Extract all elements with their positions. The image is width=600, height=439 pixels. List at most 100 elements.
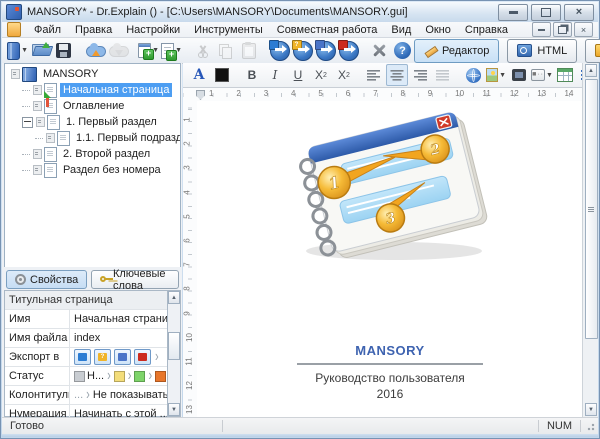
- status-none-swatch[interactable]: [74, 371, 85, 382]
- window-title: MANSORY* - Dr.Explain () - [C:\Users\MAN…: [27, 6, 495, 18]
- export-chm-toggle[interactable]: ?: [94, 349, 111, 365]
- status-bar: Готово NUM: [2, 417, 598, 434]
- mdi-restore-button[interactable]: [553, 22, 572, 37]
- align-center-button[interactable]: [386, 64, 408, 86]
- insert-control-button[interactable]: ■··▼: [531, 64, 553, 86]
- tree-item[interactable]: Начальная страница: [5, 82, 180, 98]
- property-row-status[interactable]: Статус Н... › › ›: [5, 367, 169, 386]
- project-tree[interactable]: MANSORYНачальная страницаОглавление1. Пе…: [4, 63, 181, 269]
- tree-item[interactable]: 1.1. Первый подраздел: [5, 130, 180, 146]
- menu-item-6[interactable]: Окно: [418, 23, 458, 37]
- font-button[interactable]: A: [188, 64, 210, 86]
- table-icon: [557, 68, 573, 82]
- export-pdf-toggle[interactable]: [134, 349, 151, 365]
- tab-properties[interactable]: Свойства: [6, 270, 87, 289]
- export-rtf-icon: [316, 41, 336, 61]
- close-button[interactable]: ×: [564, 4, 594, 21]
- bold-button[interactable]: B: [241, 64, 263, 86]
- color-swatch-icon: [215, 68, 229, 82]
- tree-item-label: 2. Второй раздел: [60, 147, 153, 161]
- tree-item[interactable]: Оглавление: [5, 98, 180, 114]
- help-button[interactable]: ?: [392, 40, 413, 61]
- property-row-name[interactable]: Имя Начальная страница: [5, 310, 169, 329]
- tree-item-label: Раздел без номера: [60, 163, 164, 177]
- property-row-export[interactable]: Экспорт в ? ›: [5, 348, 169, 367]
- export-rtf-toggle[interactable]: [114, 349, 131, 365]
- insert-image-button[interactable]: ▼: [485, 64, 507, 86]
- mdi-minimize-button[interactable]: [532, 22, 551, 37]
- export-rtf-button[interactable]: [315, 40, 336, 61]
- align-left-button[interactable]: [363, 64, 385, 86]
- tree-item[interactable]: Раздел без номера: [5, 162, 180, 178]
- properties-scrollbar[interactable]: ▲ ▼: [167, 290, 181, 417]
- new-project-button[interactable]: ▼: [7, 40, 28, 61]
- properties-panel: Свойства Ключевые слова Титульная страни…: [4, 267, 181, 417]
- export-pdf-button[interactable]: [338, 40, 359, 61]
- scrollbar-thumb[interactable]: [168, 332, 180, 360]
- project-book-icon: [7, 42, 20, 60]
- minimize-button[interactable]: [498, 4, 528, 21]
- copy-button: [215, 40, 236, 61]
- topic-marker-icon: [33, 101, 42, 111]
- align-center-icon: [390, 70, 404, 81]
- property-row-filename[interactable]: Имя файла index: [5, 329, 169, 348]
- menu-item-2[interactable]: Настройки: [119, 23, 187, 37]
- export-html-button[interactable]: [269, 40, 290, 61]
- insert-video-button[interactable]: [508, 64, 530, 86]
- menu-item-3[interactable]: Инструменты: [187, 23, 270, 37]
- underline-button[interactable]: U: [287, 64, 309, 86]
- collapse-icon[interactable]: [22, 117, 33, 128]
- export-html-toggle[interactable]: [74, 349, 91, 365]
- editor-scrollbar[interactable]: ▲ ▼: [582, 63, 598, 417]
- mdi-close-button[interactable]: ×: [574, 22, 593, 37]
- tree-item[interactable]: 2. Второй раздел: [5, 146, 180, 162]
- topic-page-icon: [44, 147, 57, 162]
- scroll-up-icon[interactable]: ▲: [168, 291, 180, 304]
- document-page[interactable]: 1 2 3 MANSORY Руководство пользователя 2…: [197, 101, 583, 417]
- html-preview-button[interactable]: HTML: [507, 39, 577, 63]
- tab-keywords[interactable]: Ключевые слова: [91, 270, 179, 289]
- add-subtopic-button[interactable]: +▼: [161, 40, 182, 61]
- superscript-button[interactable]: X2: [333, 64, 355, 86]
- hyperlink-button[interactable]: [462, 64, 484, 86]
- property-row-headers[interactable]: Колонтитулы ...›Не показывать: [5, 386, 169, 405]
- editor-mode-button[interactable]: Редактор: [414, 39, 499, 63]
- resize-grip[interactable]: [585, 421, 595, 431]
- scroll-down-icon[interactable]: ▼: [585, 403, 597, 416]
- save-button[interactable]: [53, 40, 74, 61]
- upload-button[interactable]: [84, 40, 105, 61]
- chm-preview-button[interactable]: ?CHM: [585, 39, 600, 63]
- tree-item[interactable]: MANSORY: [5, 66, 180, 82]
- open-project-button[interactable]: [30, 40, 51, 61]
- status-orange-swatch[interactable]: [155, 371, 166, 382]
- status-yellow-swatch[interactable]: [114, 371, 125, 382]
- text-color-button[interactable]: [211, 64, 233, 86]
- margin-marker-icon[interactable]: [196, 90, 205, 100]
- menu-item-0[interactable]: Файл: [27, 23, 68, 37]
- menu-item-1[interactable]: Правка: [68, 23, 119, 37]
- italic-button[interactable]: I: [264, 64, 286, 86]
- export-chm-button[interactable]: ?: [292, 40, 313, 61]
- subscript-button[interactable]: X2: [310, 64, 332, 86]
- chevron-right-icon: ›: [148, 368, 152, 385]
- status-green-swatch[interactable]: [134, 371, 145, 382]
- maximize-button[interactable]: [531, 4, 561, 21]
- chevron-right-icon: ›: [128, 368, 132, 385]
- horizontal-ruler: 1234567891011121314: [183, 88, 583, 102]
- menu-item-5[interactable]: Вид: [384, 23, 418, 37]
- scroll-up-icon[interactable]: ▲: [585, 64, 597, 77]
- scroll-down-icon[interactable]: ▼: [168, 403, 180, 416]
- add-topic-button[interactable]: +▼: [138, 40, 159, 61]
- add-topic-icon: +: [138, 43, 151, 58]
- tree-item[interactable]: 1. Первый раздел: [5, 114, 180, 130]
- align-right-button[interactable]: [409, 64, 431, 86]
- menu-item-4[interactable]: Совместная работа: [270, 23, 385, 37]
- options-button[interactable]: [369, 40, 390, 61]
- scrollbar-thumb[interactable]: [585, 79, 598, 339]
- menu-item-7[interactable]: Справка: [458, 23, 515, 37]
- topic-page-icon: [44, 163, 57, 178]
- vertical-ruler: 12345678910111213: [183, 101, 198, 417]
- insert-table-button[interactable]: [554, 64, 576, 86]
- title-bar: MANSORY* - Dr.Explain () - [C:\Users\MAN…: [2, 2, 598, 22]
- copy-icon: [219, 44, 232, 58]
